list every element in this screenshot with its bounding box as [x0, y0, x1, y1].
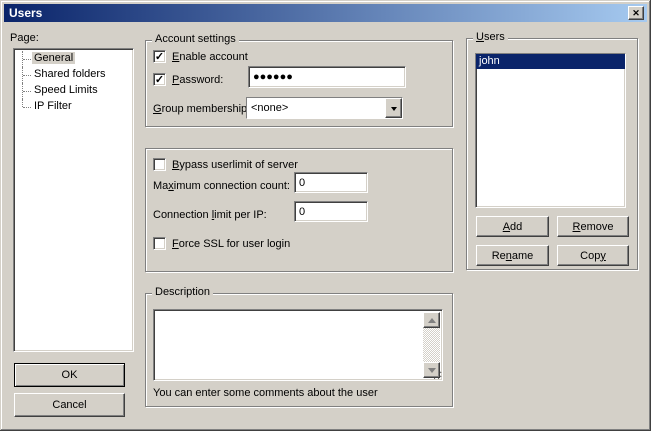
- tree-item-shared-folders[interactable]: Shared folders: [14, 67, 133, 83]
- max-connection-input[interactable]: [294, 172, 368, 193]
- max-connection-label: Maximum connection count:: [153, 180, 290, 192]
- tree-item-label: Shared folders: [32, 68, 108, 80]
- scrollbar-down-icon: [428, 368, 436, 377]
- page-label: Page:: [10, 32, 39, 44]
- tree-item-label: IP Filter: [32, 100, 74, 112]
- connection-limits-group: ✓ Bypass userlimit of server Maximum con…: [145, 148, 453, 272]
- password-checkbox[interactable]: ✓: [153, 73, 166, 86]
- chevron-down-icon: [391, 107, 397, 114]
- tree-item-label: Speed Limits: [32, 84, 100, 96]
- remove-button[interactable]: Remove: [557, 216, 629, 237]
- tree-item-speed-limits[interactable]: Speed Limits: [14, 83, 133, 99]
- ip-limit-input[interactable]: [294, 201, 368, 222]
- description-caption: Description: [152, 286, 213, 298]
- description-textarea[interactable]: [154, 310, 442, 380]
- password-label[interactable]: Password:: [172, 74, 223, 86]
- account-settings-caption: Account settings: [152, 33, 239, 45]
- users-dialog: Users ✕ Page: General Shared folders Spe…: [0, 0, 651, 431]
- force-ssl-checkbox[interactable]: ✓: [153, 237, 166, 250]
- group-membership-label: Group membership:: [153, 103, 250, 115]
- users-group: Users john Add Remove Rename Copy: [466, 38, 638, 270]
- enable-account-label[interactable]: Enable account: [172, 51, 248, 63]
- group-membership-value: <none>: [247, 98, 385, 118]
- tree-item-general[interactable]: General: [14, 51, 133, 67]
- users-listbox[interactable]: john: [475, 53, 626, 208]
- password-input[interactable]: [248, 66, 406, 88]
- force-ssl-label[interactable]: Force SSL for user login: [172, 238, 290, 250]
- window-title: Users: [9, 6, 42, 20]
- bypass-userlimit-label[interactable]: Bypass userlimit of server: [172, 159, 298, 171]
- tree-item-label: General: [32, 52, 75, 64]
- close-button[interactable]: ✕: [628, 6, 644, 20]
- bypass-userlimit-checkbox[interactable]: ✓: [153, 158, 166, 171]
- description-scrollbar[interactable]: [423, 312, 440, 378]
- group-membership-select[interactable]: <none>: [246, 97, 403, 119]
- scrollbar-up-button[interactable]: [423, 312, 440, 328]
- add-button[interactable]: Add: [476, 216, 549, 237]
- ok-button[interactable]: OK: [14, 363, 125, 387]
- user-list-item[interactable]: john: [476, 54, 625, 69]
- scrollbar-up-icon: [428, 314, 436, 323]
- enable-account-checkbox[interactable]: ✓: [153, 50, 166, 63]
- scrollbar-down-button[interactable]: [423, 362, 440, 378]
- description-hint: You can enter some comments about the us…: [153, 387, 378, 399]
- tree-item-ip-filter[interactable]: IP Filter: [14, 99, 133, 115]
- title-bar[interactable]: Users ✕: [4, 4, 647, 22]
- close-icon: ✕: [632, 9, 640, 18]
- page-tree[interactable]: General Shared folders Speed Limits IP F…: [13, 48, 134, 352]
- rename-button[interactable]: Rename: [476, 245, 549, 266]
- ip-limit-label: Connection limit per IP:: [153, 209, 267, 221]
- description-textarea-frame: [153, 309, 443, 381]
- copy-button[interactable]: Copy: [557, 245, 629, 266]
- users-caption: Users: [473, 31, 508, 43]
- check-icon: ✓: [155, 73, 164, 86]
- cancel-button[interactable]: Cancel: [14, 393, 125, 417]
- check-icon: ✓: [155, 50, 164, 63]
- account-settings-group: Account settings ✓ Enable account ✓ Pass…: [145, 40, 453, 127]
- description-group: Description You can enter some comments …: [145, 293, 453, 407]
- combo-dropdown-button[interactable]: [385, 98, 402, 118]
